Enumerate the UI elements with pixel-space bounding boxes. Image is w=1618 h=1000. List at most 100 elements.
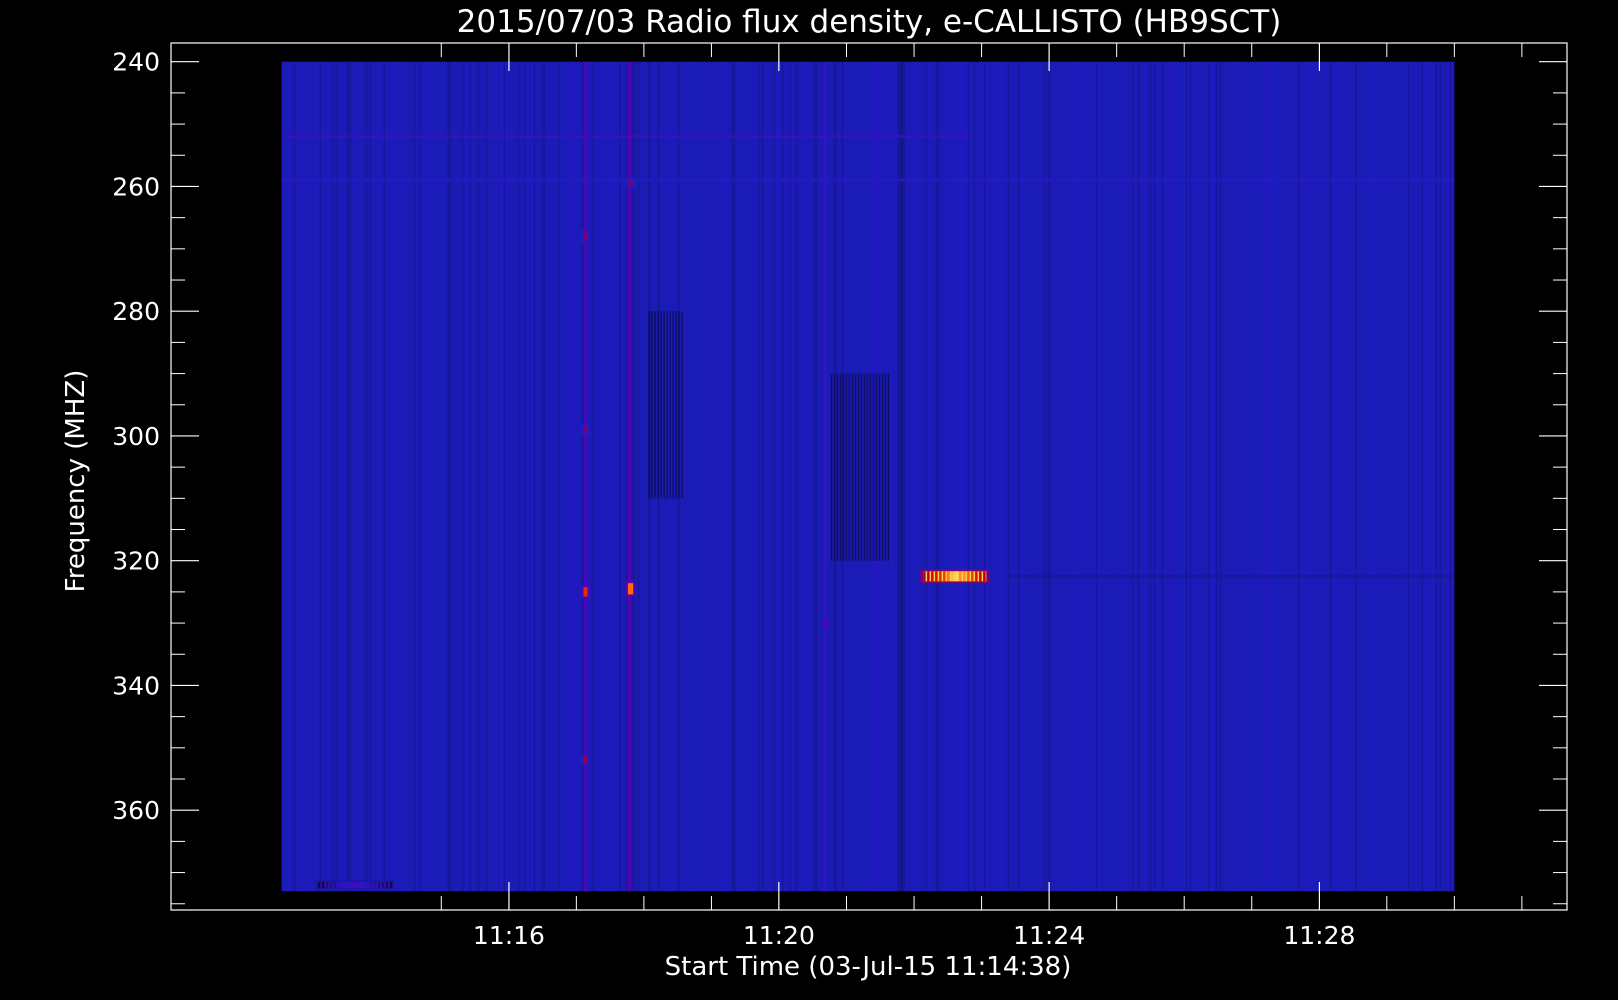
- texture-streak: [1425, 61, 1428, 892]
- texture-streak: [707, 61, 710, 892]
- y-tick-label: 360: [112, 796, 160, 825]
- texture-streak: [527, 61, 530, 892]
- emission-hotspot: [625, 177, 636, 190]
- texture-streak: [369, 61, 372, 892]
- texture-streak: [809, 61, 812, 892]
- texture-streak: [1121, 61, 1124, 892]
- texture-streak: [289, 61, 292, 892]
- hotspot-core: [583, 756, 588, 765]
- hotspot-pixel: [951, 571, 954, 582]
- texture-streak: [1169, 61, 1172, 892]
- texture-streak: [1333, 61, 1336, 892]
- texture-streak: [1265, 61, 1268, 892]
- texture-streak: [1301, 61, 1304, 892]
- texture-streak: [441, 61, 444, 892]
- texture-streak: [733, 61, 736, 892]
- texture-streak: [557, 61, 560, 892]
- hotspot-pixel: [983, 571, 986, 582]
- dark-band-streak: [887, 373, 890, 561]
- dark-band-streak: [848, 373, 851, 561]
- texture-streak: [1049, 61, 1052, 892]
- texture-streak: [331, 61, 334, 892]
- dark-band-streak: [881, 373, 884, 561]
- interference-horizontal-line: [1008, 574, 1455, 578]
- texture-streak: [567, 61, 570, 892]
- dark-band-streak: [660, 311, 662, 499]
- hotspot-pixel: [971, 571, 974, 582]
- texture-streak: [1077, 61, 1080, 892]
- hotspot-pixel: [963, 571, 966, 582]
- texture-streak: [1149, 61, 1152, 892]
- texture-streak: [617, 61, 620, 892]
- texture-streak: [1415, 61, 1418, 892]
- texture-streak: [581, 61, 584, 892]
- texture-streak: [693, 61, 696, 892]
- dark-band-streak: [872, 373, 875, 561]
- texture-streak: [1151, 61, 1154, 892]
- texture-streak: [1129, 61, 1132, 892]
- texture-streak: [591, 61, 594, 892]
- texture-streak: [341, 61, 344, 892]
- dark-band-streak: [851, 373, 854, 561]
- texture-streak: [587, 61, 590, 892]
- texture-streak: [413, 61, 416, 892]
- dark-band-streak: [651, 311, 653, 499]
- x-axis-label: Start Time (03-Jul-15 11:14:38): [665, 952, 1072, 982]
- x-tick-label: 11:24: [1013, 921, 1085, 950]
- chart-title: 2015/07/03 Radio flux density, e-CALLIST…: [457, 4, 1282, 40]
- dark-band-streak: [869, 373, 872, 561]
- texture-streak: [1435, 61, 1438, 892]
- texture-streak: [1437, 61, 1440, 892]
- texture-streak: [607, 61, 610, 892]
- texture-streak: [689, 61, 692, 892]
- emission-hotspot: [580, 229, 591, 243]
- texture-streak: [597, 61, 600, 892]
- hotspot-pixel: [381, 881, 385, 889]
- texture-streak: [315, 61, 318, 892]
- texture-streak: [1209, 61, 1212, 892]
- interference-horizontal-line: [281, 178, 1455, 182]
- dark-band-streak: [675, 311, 677, 499]
- texture-streak: [1273, 61, 1276, 892]
- texture-streak: [517, 61, 520, 892]
- texture-streak: [335, 61, 338, 892]
- texture-streak: [1409, 61, 1412, 892]
- texture-streak: [295, 61, 298, 892]
- hotspot-core: [627, 583, 634, 595]
- dark-band-streak: [845, 373, 848, 561]
- texture-streak: [543, 61, 546, 892]
- texture-streak: [1267, 61, 1270, 892]
- texture-streak: [985, 61, 988, 892]
- hotspot-core: [583, 587, 588, 597]
- y-tick-label: 340: [112, 671, 160, 700]
- hotspot-pixel: [369, 881, 373, 889]
- dark-band-streak: [648, 311, 650, 499]
- hotspot-pixel: [325, 881, 329, 889]
- x-tick-label: 11:28: [1283, 921, 1355, 950]
- texture-streak: [603, 61, 606, 892]
- texture-streak: [891, 61, 894, 892]
- texture-streak: [973, 61, 976, 892]
- texture-streak: [1015, 61, 1018, 892]
- texture-streak: [1001, 61, 1004, 892]
- dark-band-streak: [842, 373, 845, 561]
- texture-streak: [1271, 61, 1274, 892]
- emission-hotspot: [624, 581, 637, 597]
- dark-band-streak: [878, 373, 881, 561]
- texture-streak: [801, 61, 804, 892]
- texture-streak: [1099, 61, 1102, 892]
- texture-streak: [897, 61, 900, 892]
- texture-streak: [1405, 61, 1408, 892]
- texture-streak: [1167, 61, 1170, 892]
- texture-streak: [739, 61, 742, 892]
- texture-streak: [1375, 61, 1378, 892]
- texture-streak: [1335, 61, 1338, 892]
- texture-streak: [1451, 61, 1454, 892]
- texture-streak: [1387, 61, 1390, 892]
- texture-streak: [1191, 61, 1194, 892]
- texture-streak: [359, 61, 362, 892]
- texture-streak: [391, 61, 394, 892]
- burst-vertical-line: [584, 61, 588, 892]
- texture-streak: [773, 61, 776, 892]
- texture-streak: [1213, 61, 1216, 892]
